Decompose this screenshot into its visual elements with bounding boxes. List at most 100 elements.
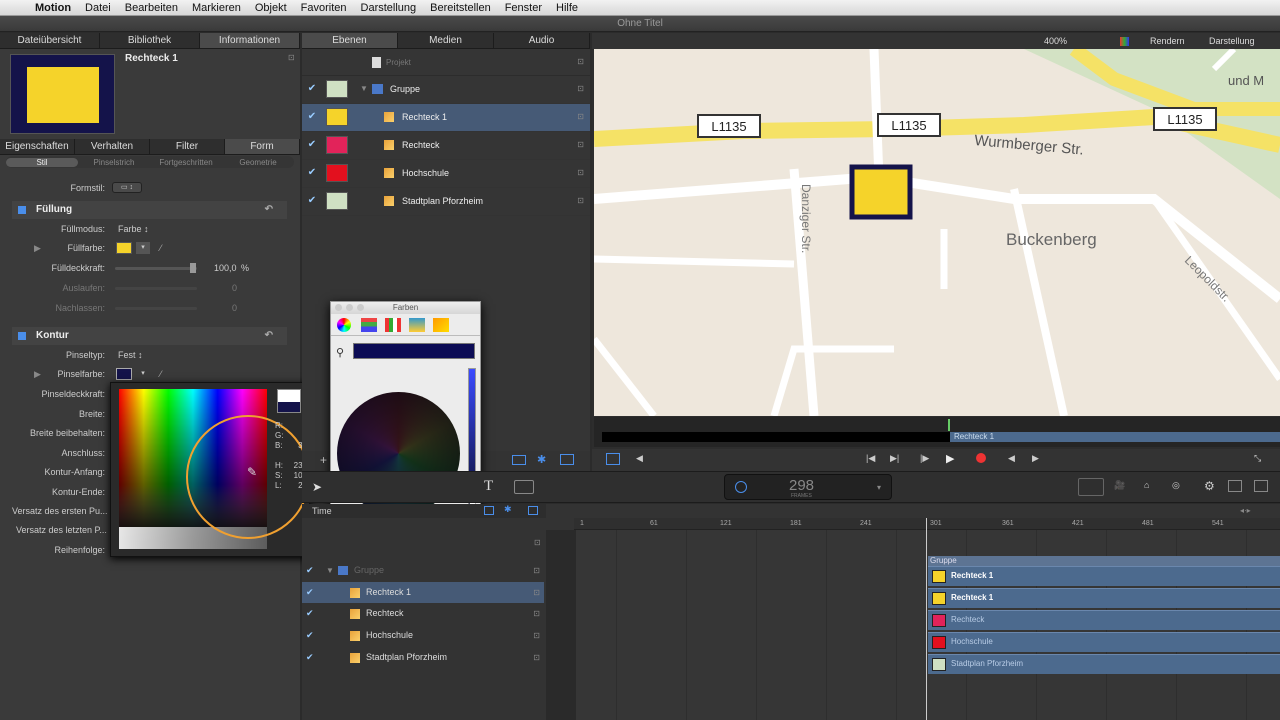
- lock-icon[interactable]: ⊡: [533, 647, 540, 668]
- eyedropper-icon[interactable]: ⁄: [160, 239, 162, 257]
- inspector-toggle-icon[interactable]: [1078, 478, 1104, 496]
- render-popup[interactable]: Rendern: [1150, 36, 1185, 46]
- fill-opacity-value[interactable]: 100,0: [214, 259, 237, 277]
- tab-shape[interactable]: Form: [225, 139, 300, 154]
- lock-icon[interactable]: ⊡: [577, 196, 584, 205]
- menu-file[interactable]: Datei: [78, 2, 118, 14]
- tab-audio[interactable]: Audio: [494, 33, 590, 48]
- menu-favorites[interactable]: Favoriten: [294, 2, 354, 14]
- timeline-bar[interactable]: Rechteck 1: [928, 566, 1280, 586]
- color-wheel-mode-icon[interactable]: [337, 318, 351, 332]
- behaviors-icon[interactable]: ◎: [1172, 480, 1180, 491]
- layer-row[interactable]: ✔ Rechteck 1 ⊡: [302, 104, 590, 132]
- menu-help[interactable]: Hilfe: [549, 2, 585, 14]
- image-palettes-mode-icon[interactable]: [409, 318, 425, 332]
- record-icon[interactable]: [976, 453, 986, 463]
- tab-file-browser[interactable]: Dateiübersicht: [0, 33, 100, 48]
- brush-type-popup[interactable]: Fest ↕: [118, 346, 143, 364]
- timeline-zoom-icon[interactable]: ◂·▸: [1240, 506, 1251, 515]
- brush-color-swatch[interactable]: [116, 368, 132, 380]
- falloff-value[interactable]: 0: [232, 299, 237, 317]
- layers-icon[interactable]: [560, 454, 574, 465]
- visibility-checkbox[interactable]: ✔: [306, 83, 318, 94]
- tab-behaviors[interactable]: Verhalten: [75, 139, 150, 154]
- timeline-bar[interactable]: Stadtplan Pforzheim: [928, 654, 1280, 674]
- color-sliders-mode-icon[interactable]: [361, 318, 377, 332]
- go-to-start-icon[interactable]: |◀: [866, 453, 875, 464]
- select-tool-icon[interactable]: ➤: [312, 480, 322, 494]
- tab-layers[interactable]: Ebenen: [302, 33, 398, 48]
- menu-mark[interactable]: Markieren: [185, 2, 248, 14]
- falloff-slider[interactable]: [115, 307, 197, 310]
- layers-icon[interactable]: [528, 506, 538, 515]
- pencils-mode-icon[interactable]: [433, 318, 449, 332]
- fill-color-swatch[interactable]: [116, 242, 132, 254]
- lock-icon[interactable]: ⊡: [533, 582, 540, 603]
- replicator-icon[interactable]: [1228, 480, 1242, 492]
- outline-section-header[interactable]: Kontur ↶: [12, 327, 287, 345]
- map-canvas[interactable]: L1135 L1135 L1135 Wurmberger Str. Bucken…: [594, 49, 1280, 416]
- color-palettes-mode-icon[interactable]: [385, 318, 401, 332]
- menu-edit[interactable]: Bearbeiten: [118, 2, 185, 14]
- menu-window[interactable]: Fenster: [498, 2, 549, 14]
- color-channels-icon[interactable]: [1120, 37, 1129, 46]
- share-icon[interactable]: [1254, 480, 1268, 492]
- text-tool-icon[interactable]: T: [484, 478, 493, 495]
- layer-row[interactable]: ✔ ▼ Gruppe ⊡: [302, 76, 590, 104]
- timeline-lock[interactable]: ⊡: [534, 538, 541, 547]
- layer-row[interactable]: ✔ Hochschule ⊡: [302, 160, 590, 188]
- visibility-checkbox[interactable]: ✔: [306, 560, 314, 581]
- frame-counter[interactable]: 298 FRAMES ▾: [724, 474, 892, 500]
- mini-timeline-bar[interactable]: Rechteck 1: [950, 432, 1280, 442]
- timeline-bar[interactable]: Hochschule: [928, 632, 1280, 652]
- toggle-view-icon[interactable]: [606, 453, 620, 465]
- outline-reset-icon[interactable]: ↶: [265, 327, 273, 345]
- outline-enable-checkbox[interactable]: [18, 332, 26, 340]
- gear-icon[interactable]: ✱: [504, 504, 512, 515]
- subtab-stroke[interactable]: Pinselstrich: [78, 158, 150, 167]
- timeline-layer-row[interactable]: ✔ Rechteck 1 ⊡: [302, 581, 544, 603]
- lock-icon[interactable]: ⊡: [288, 53, 295, 62]
- timeline-layer-row[interactable]: ✔ Stadtplan Pforzheim ⊡: [302, 647, 544, 668]
- visibility-checkbox[interactable]: ✔: [306, 603, 314, 624]
- fill-opacity-slider[interactable]: [115, 267, 197, 270]
- menu-app-name[interactable]: Motion: [28, 2, 78, 14]
- gear-icon[interactable]: ✱: [537, 453, 546, 466]
- timeline-layer-row[interactable]: ✔ Hochschule ⊡: [302, 625, 544, 646]
- audio-forward-icon[interactable]: ▶: [1032, 453, 1039, 464]
- fill-enable-checkbox[interactable]: [18, 206, 26, 214]
- visibility-checkbox[interactable]: ✔: [306, 167, 318, 178]
- brush-color-popup-icon[interactable]: ▾: [136, 368, 150, 380]
- audio-back-icon[interactable]: ◀: [1008, 453, 1015, 464]
- feather-slider[interactable]: [115, 287, 197, 290]
- timeline-layer-row[interactable]: ✔ ▼ Gruppe ⊡: [302, 560, 544, 581]
- timeline-playhead[interactable]: [926, 518, 927, 720]
- subtab-style[interactable]: Stil: [6, 157, 78, 167]
- visibility-checkbox[interactable]: ✔: [306, 195, 318, 206]
- view-popup[interactable]: Darstellung: [1209, 36, 1255, 46]
- camera-icon[interactable]: 🎥: [1114, 480, 1125, 491]
- layer-row[interactable]: ✔ Rechteck ⊡: [302, 132, 590, 160]
- light-icon[interactable]: ⌂: [1144, 480, 1149, 490]
- tab-media[interactable]: Medien: [398, 33, 494, 48]
- menu-view[interactable]: Darstellung: [354, 2, 424, 14]
- zoom-icon[interactable]: [357, 304, 364, 311]
- tab-filters[interactable]: Filter: [150, 139, 225, 154]
- timeline-layer-row[interactable]: ✔ Rechteck ⊡: [302, 603, 544, 624]
- slider-thumb-icon[interactable]: [190, 263, 196, 273]
- visibility-checkbox[interactable]: ✔: [306, 647, 314, 668]
- menu-share[interactable]: Bereitstellen: [423, 2, 498, 14]
- play-icon[interactable]: ▶: [946, 452, 954, 465]
- tab-library[interactable]: Bibliothek: [100, 33, 200, 48]
- lock-icon[interactable]: ⊡: [577, 140, 584, 149]
- lock-icon[interactable]: ⊡: [533, 560, 540, 581]
- disclosure-triangle-icon[interactable]: ▼: [326, 560, 334, 581]
- lock-icon[interactable]: ⊡: [577, 57, 584, 66]
- timeline-ruler[interactable]: 1 61 121 181 241 301 361 421 481 541: [574, 518, 1280, 530]
- close-icon[interactable]: [335, 304, 342, 311]
- tab-properties[interactable]: Eigenschaften: [0, 139, 75, 154]
- lock-icon[interactable]: ⊡: [533, 625, 540, 646]
- playhead-icon[interactable]: [948, 419, 950, 431]
- fill-reset-icon[interactable]: ↶: [265, 201, 273, 219]
- project-row[interactable]: Projekt ⊡: [302, 50, 590, 76]
